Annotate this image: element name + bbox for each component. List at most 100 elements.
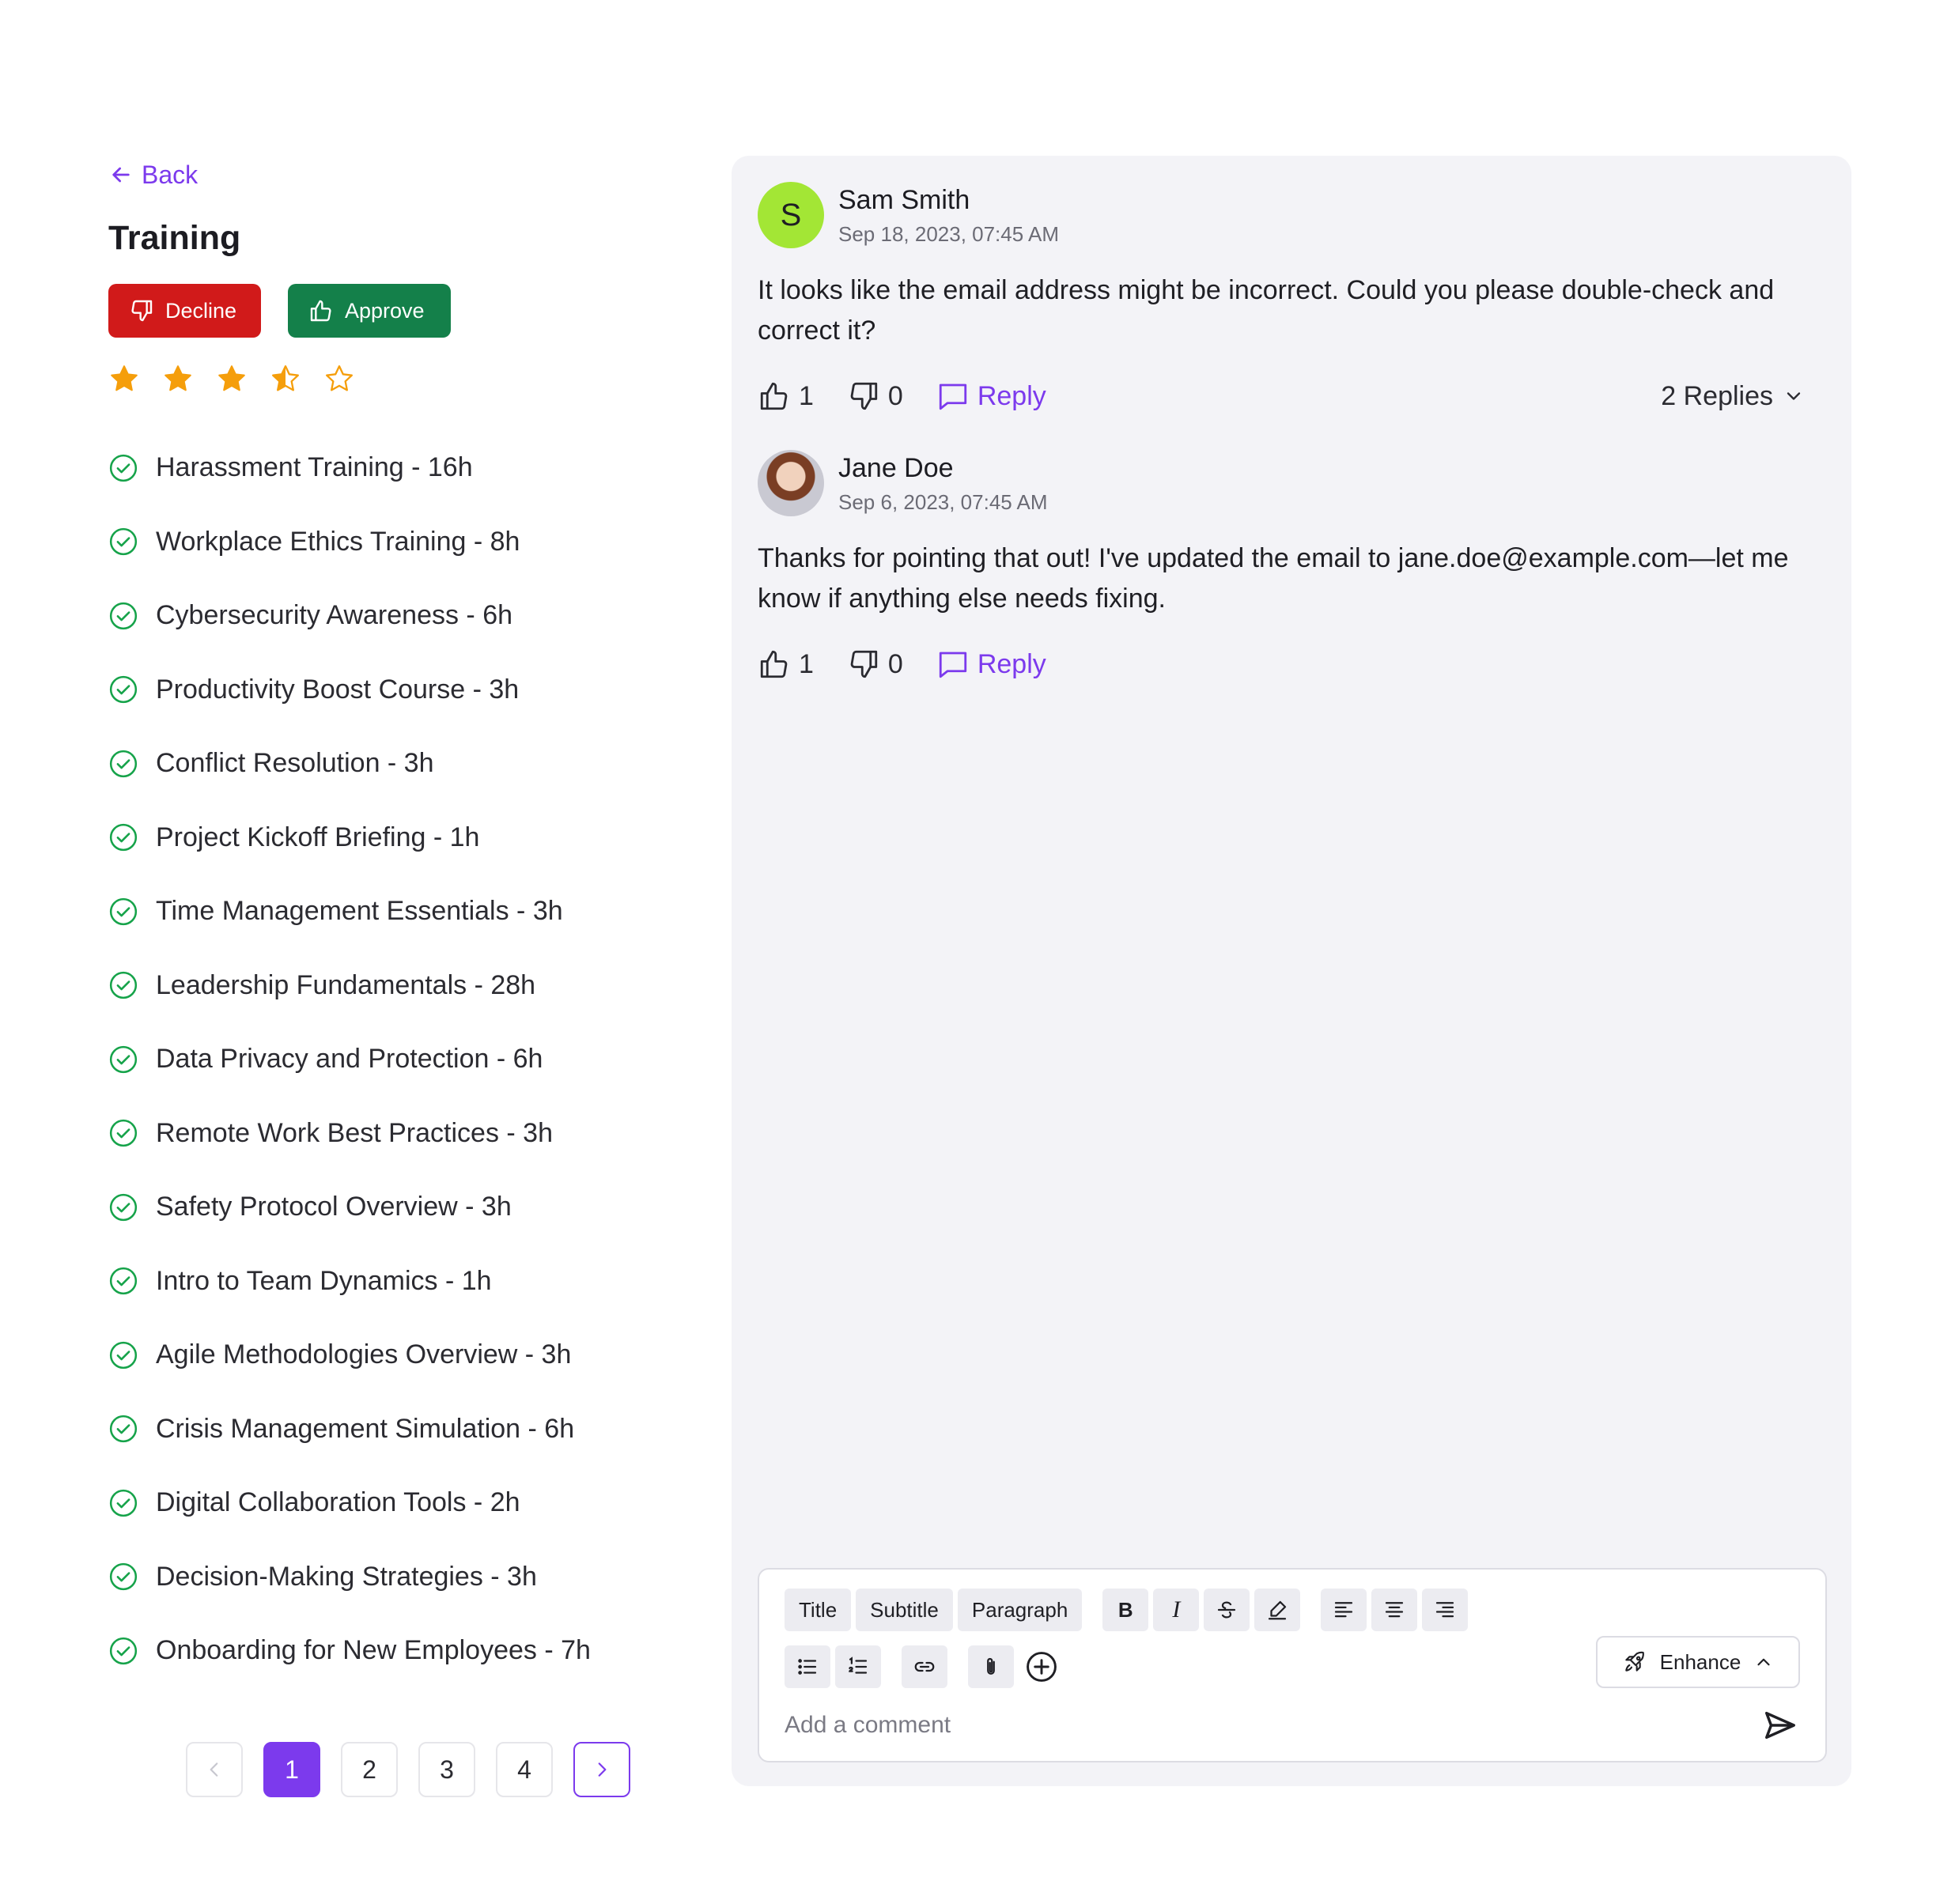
rocket-icon bbox=[1624, 1651, 1644, 1672]
check-circle-icon bbox=[109, 1193, 138, 1221]
training-panel: Back Training Decline Approve Harassment… bbox=[108, 154, 662, 1797]
insert-more-button[interactable] bbox=[1019, 1645, 1064, 1688]
check-circle-icon bbox=[109, 897, 138, 925]
strikethrough-button[interactable] bbox=[1204, 1589, 1250, 1631]
dislike-count: 0 bbox=[887, 648, 903, 679]
reply-label: Reply bbox=[977, 648, 1046, 679]
subtitle-style-button[interactable]: Subtitle bbox=[856, 1589, 953, 1631]
star-filled-icon bbox=[164, 365, 191, 391]
bold-button[interactable]: B bbox=[1102, 1589, 1149, 1631]
reply-button[interactable]: Reply bbox=[936, 648, 1046, 681]
prev-page-button[interactable] bbox=[186, 1742, 243, 1797]
chat-bubble-icon bbox=[939, 652, 966, 678]
like-button[interactable]: 1 bbox=[758, 380, 814, 413]
next-page-button[interactable] bbox=[573, 1742, 630, 1797]
comment-author: Jane Doe bbox=[838, 453, 954, 483]
comment-date: Sep 6, 2023, 07:45 AM bbox=[838, 490, 1048, 514]
comment-header: S Sam Smith Sep 18, 2023, 07:45 AM bbox=[758, 182, 1825, 248]
chevron-up-icon bbox=[1757, 1658, 1770, 1666]
training-item[interactable]: Safety Protocol Overview - 3h bbox=[108, 1170, 662, 1245]
chevron-down-icon bbox=[1787, 392, 1801, 400]
like-count: 1 bbox=[799, 648, 814, 679]
page-button-4[interactable]: 4 bbox=[496, 1742, 553, 1797]
italic-button[interactable]: I bbox=[1153, 1589, 1200, 1631]
training-item[interactable]: Decision-Making Strategies - 3h bbox=[108, 1540, 662, 1615]
check-circle-icon bbox=[109, 1045, 138, 1073]
numbered-list-icon bbox=[849, 1657, 868, 1674]
highlight-button[interactable] bbox=[1254, 1589, 1301, 1631]
comment-actions: 1 0 Reply bbox=[758, 644, 1825, 684]
training-label: Project Kickoff Briefing - 1h bbox=[156, 822, 480, 852]
back-label: Back bbox=[142, 160, 199, 189]
training-item[interactable]: Cybersecurity Awareness - 6h bbox=[108, 579, 662, 653]
insert-toolbar bbox=[785, 1645, 1064, 1688]
bullet-list-icon bbox=[798, 1659, 817, 1675]
check-circle-icon bbox=[109, 602, 138, 629]
training-item[interactable]: Onboarding for New Employees - 7h bbox=[108, 1614, 662, 1688]
dislike-button[interactable]: 0 bbox=[847, 648, 903, 681]
comment-editor: Title Subtitle Paragraph B I Enhance Add… bbox=[758, 1568, 1827, 1762]
check-circle-icon bbox=[109, 750, 138, 777]
enhance-button[interactable]: Enhance bbox=[1596, 1636, 1800, 1688]
highlighter-icon bbox=[1269, 1600, 1287, 1620]
align-center-button[interactable] bbox=[1371, 1589, 1418, 1631]
page-button-2[interactable]: 2 bbox=[341, 1742, 398, 1797]
reply-label: Reply bbox=[977, 380, 1046, 411]
align-right-button[interactable] bbox=[1422, 1589, 1469, 1631]
strikethrough-icon bbox=[1218, 1601, 1236, 1619]
reply-button[interactable]: Reply bbox=[936, 380, 1046, 413]
send-icon[interactable] bbox=[1762, 1707, 1798, 1743]
training-item[interactable]: Workplace Ethics Training - 8h bbox=[108, 505, 662, 580]
attachment-button[interactable] bbox=[968, 1645, 1014, 1688]
approve-button[interactable]: Approve bbox=[288, 284, 451, 338]
paragraph-style-button[interactable]: Paragraph bbox=[957, 1589, 1083, 1631]
training-item[interactable]: Productivity Boost Course - 3h bbox=[108, 653, 662, 727]
back-link[interactable]: Back bbox=[108, 154, 662, 195]
bullet-list-button[interactable] bbox=[785, 1645, 830, 1688]
decline-label: Decline bbox=[165, 298, 237, 323]
replies-toggle[interactable]: 2 Replies bbox=[1661, 381, 1805, 412]
thumbs-down-icon bbox=[131, 300, 153, 322]
training-item[interactable]: Harassment Training - 16h bbox=[108, 431, 662, 505]
training-item[interactable]: Data Privacy and Protection - 6h bbox=[108, 1022, 662, 1097]
training-item[interactable]: Intro to Team Dynamics - 1h bbox=[108, 1245, 662, 1319]
check-circle-icon bbox=[109, 528, 138, 556]
training-item[interactable]: Leadership Fundamentals - 28h bbox=[108, 949, 662, 1023]
training-item[interactable]: Crisis Management Simulation - 6h bbox=[108, 1392, 662, 1467]
comment-actions: 1 0 Reply 2 Replies bbox=[758, 376, 1825, 416]
dislike-button[interactable]: 0 bbox=[847, 380, 903, 413]
training-label: Cybersecurity Awareness - 6h bbox=[156, 600, 513, 631]
comment-date: Sep 18, 2023, 07:45 AM bbox=[838, 222, 1059, 246]
decline-button[interactable]: Decline bbox=[108, 284, 261, 338]
check-circle-icon bbox=[109, 1415, 138, 1443]
like-button[interactable]: 1 bbox=[758, 648, 814, 681]
align-right-icon bbox=[1436, 1602, 1454, 1618]
title-style-button[interactable]: Title bbox=[785, 1589, 852, 1631]
training-item[interactable]: Agile Methodologies Overview - 3h bbox=[108, 1318, 662, 1392]
link-button[interactable] bbox=[902, 1645, 947, 1688]
check-circle-icon bbox=[109, 1120, 138, 1147]
training-label: Workplace Ethics Training - 8h bbox=[156, 526, 520, 557]
align-center-icon bbox=[1386, 1602, 1404, 1618]
training-item[interactable]: Conflict Resolution - 3h bbox=[108, 727, 662, 801]
thumbs-down-icon bbox=[850, 382, 878, 410]
training-item[interactable]: Time Management Essentials - 3h bbox=[108, 875, 662, 949]
align-left-button[interactable] bbox=[1321, 1589, 1367, 1631]
comment-input[interactable] bbox=[785, 1706, 1718, 1745]
numbered-list-button[interactable] bbox=[835, 1645, 881, 1688]
training-item[interactable]: Remote Work Best Practices - 3h bbox=[108, 1097, 662, 1171]
star-rating[interactable] bbox=[108, 360, 662, 398]
page-button-3[interactable]: 3 bbox=[418, 1742, 475, 1797]
training-label: Leadership Fundamentals - 28h bbox=[156, 969, 536, 1000]
action-buttons: Decline Approve bbox=[108, 284, 662, 338]
comment-body: It looks like the email address might be… bbox=[758, 275, 1775, 346]
enhance-label: Enhance bbox=[1659, 1649, 1741, 1674]
training-item[interactable]: Digital Collaboration Tools - 2h bbox=[108, 1466, 662, 1540]
check-circle-icon bbox=[109, 1341, 138, 1369]
check-circle-icon bbox=[109, 454, 138, 482]
check-circle-icon bbox=[109, 1563, 138, 1591]
page-button-1[interactable]: 1 bbox=[263, 1742, 320, 1797]
training-label: Safety Protocol Overview - 3h bbox=[156, 1192, 512, 1222]
page-title: Training bbox=[108, 219, 241, 257]
training-item[interactable]: Project Kickoff Briefing - 1h bbox=[108, 801, 662, 875]
